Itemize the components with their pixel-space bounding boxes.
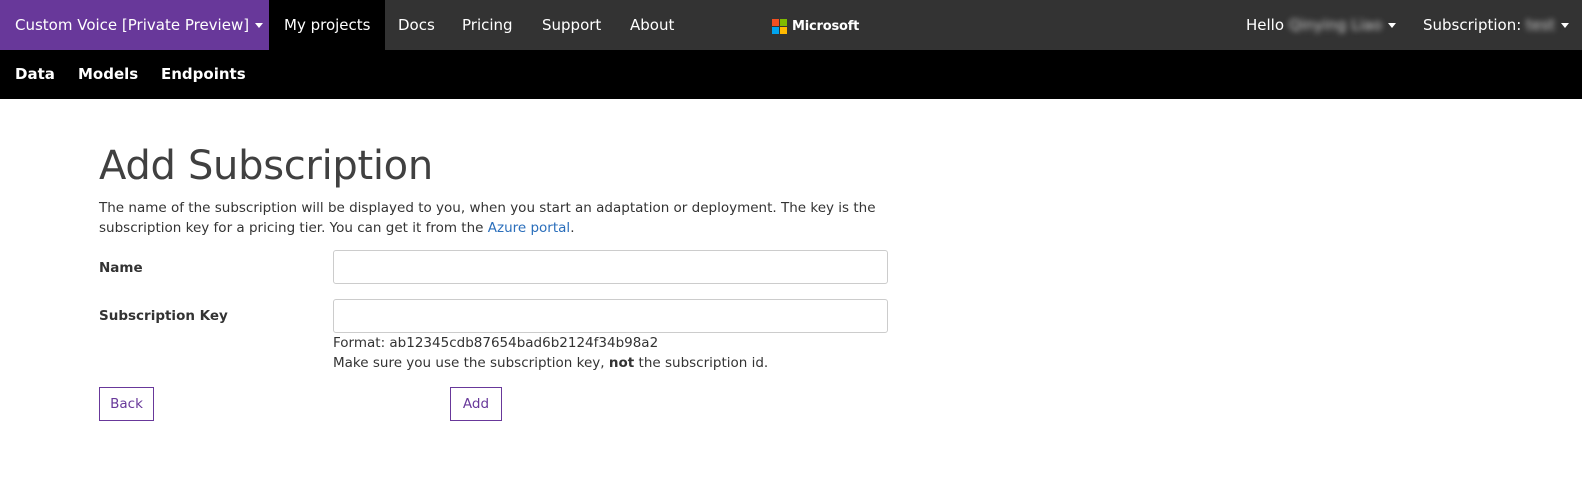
subnav-data[interactable]: Data: [15, 50, 55, 99]
subscription-key-label: Subscription Key: [99, 308, 228, 324]
hint-after: the subscription id.: [638, 355, 769, 371]
subscription-menu[interactable]: Subscription: test: [1423, 0, 1569, 50]
nav-docs[interactable]: Docs: [398, 0, 435, 50]
microsoft-logo-icon: [772, 18, 787, 34]
add-button[interactable]: Add: [450, 387, 502, 421]
sub-navbar: Data Models Endpoints: [0, 50, 1582, 99]
name-label: Name: [99, 260, 143, 276]
user-menu[interactable]: Hello Qinying Liao: [1246, 0, 1397, 50]
subnav-endpoints[interactable]: Endpoints: [161, 50, 246, 99]
hint-before: Make sure you use the subscription key,: [333, 355, 605, 371]
nav-my-projects[interactable]: My projects: [269, 0, 386, 50]
subscription-value: test: [1526, 16, 1555, 34]
top-navbar: Custom Voice [Private Preview] My projec…: [0, 0, 1582, 50]
user-name: Qinying Liao: [1288, 16, 1383, 34]
chevron-down-icon: [255, 23, 264, 28]
page-description: The name of the subscription will be dis…: [99, 198, 899, 238]
microsoft-wordmark: Microsoft: [792, 18, 860, 34]
nav-pricing[interactable]: Pricing: [462, 0, 513, 50]
subscription-label: Subscription:: [1423, 16, 1522, 34]
subscription-key-input[interactable]: [333, 299, 888, 333]
hello-label: Hello: [1246, 16, 1285, 34]
page-title: Add Subscription: [99, 143, 433, 189]
nav-about[interactable]: About: [630, 0, 674, 50]
chevron-down-icon: [1388, 23, 1397, 28]
nav-support[interactable]: Support: [542, 0, 601, 50]
azure-portal-link[interactable]: Azure portal: [488, 220, 570, 236]
key-usage-hint: Make sure you use the subscription key, …: [333, 353, 768, 373]
subnav-models[interactable]: Models: [78, 50, 138, 99]
microsoft-logo: Microsoft: [772, 17, 859, 35]
back-button[interactable]: Back: [99, 387, 154, 421]
key-format-hint: Format: ab12345cdb87654bad6b2124f34b98a2: [333, 335, 659, 351]
chevron-down-icon: [1560, 23, 1569, 28]
brand-label: Custom Voice [Private Preview]: [15, 16, 250, 34]
description-end: .: [570, 220, 575, 236]
name-input[interactable]: [333, 250, 888, 284]
brand-dropdown[interactable]: Custom Voice [Private Preview]: [0, 0, 270, 50]
hint-bold: not: [608, 355, 635, 371]
